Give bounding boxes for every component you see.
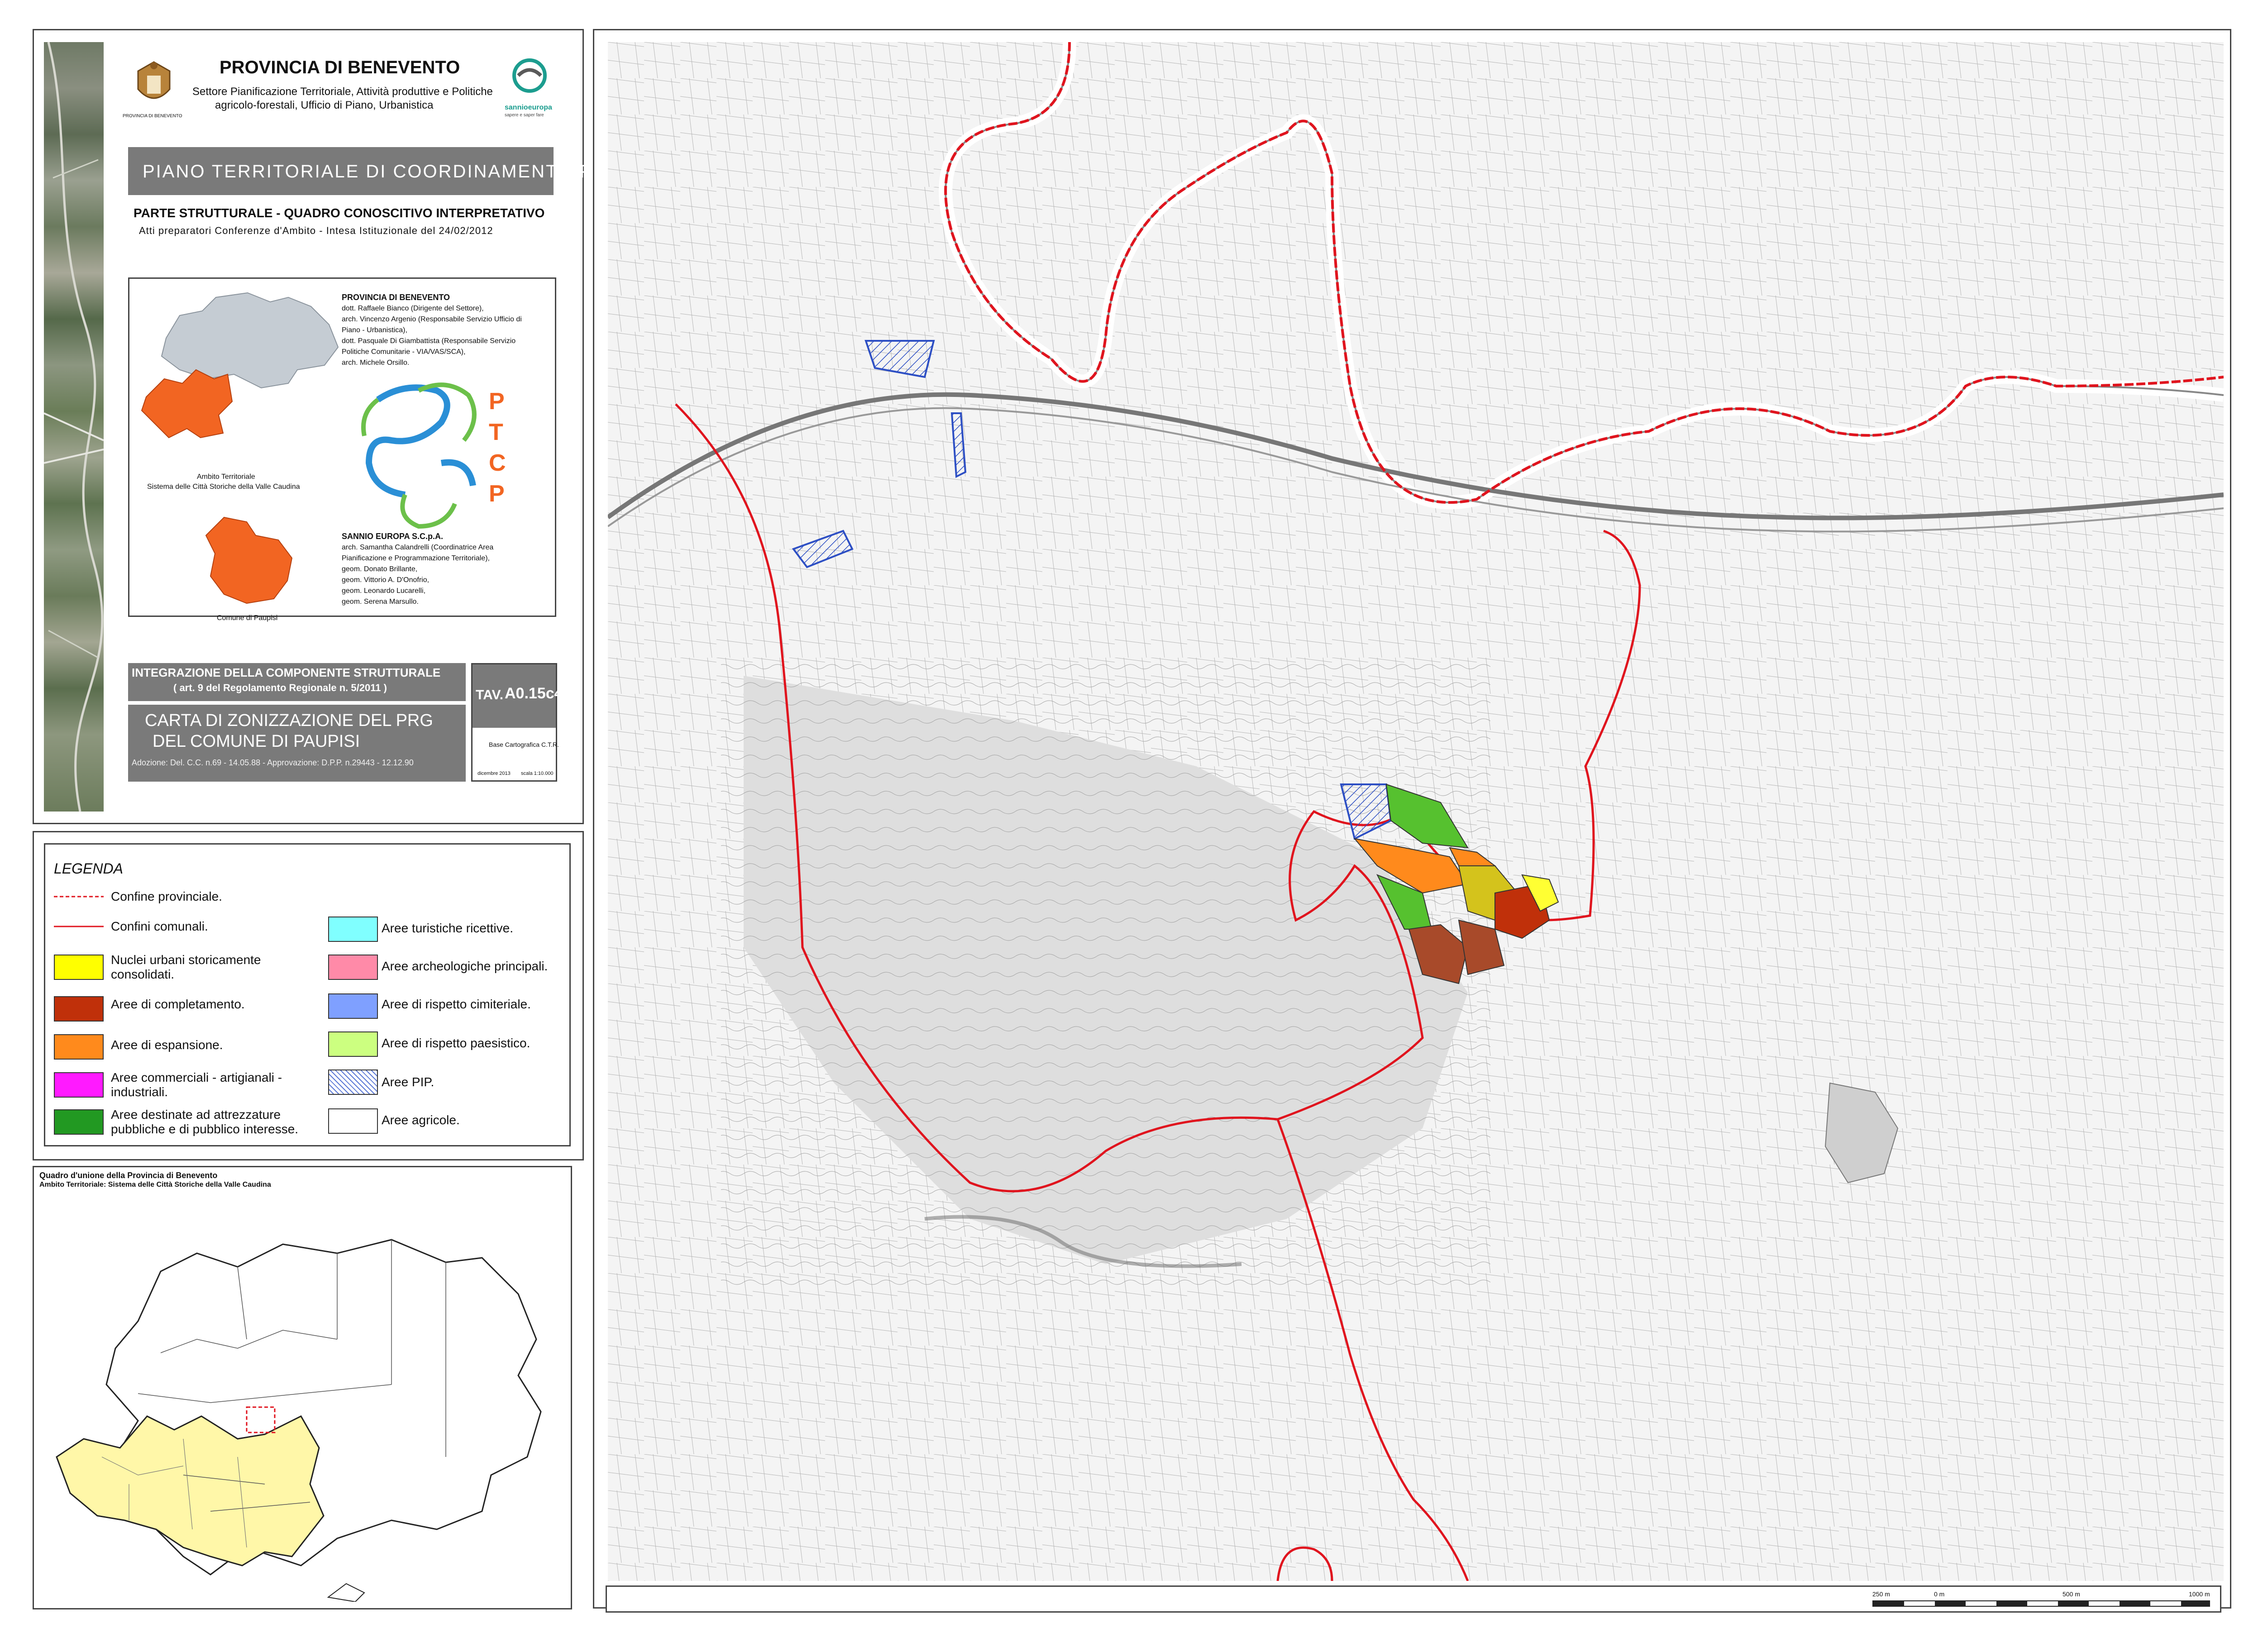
province-crest (129, 57, 179, 112)
legend-swatch-pip (328, 1070, 378, 1095)
scale-bar-strip: 250 m 0 m 500 m 1000 m (606, 1585, 2221, 1613)
overview-panel: Quadro d'unione della Provincia di Benev… (33, 1166, 572, 1609)
credits-provincia-line: arch. Vincenzo Argenio (Responsabile Ser… (342, 315, 522, 323)
ptcp-letter: P (489, 388, 505, 415)
comune-caption: Comune di Paupisi (217, 614, 278, 622)
base-note: Base Cartografica C.T.R. (489, 741, 559, 748)
province-logo-caption: PROVINCIA DI BENEVENTO (123, 114, 182, 119)
legend-label-nuclei: Nuclei urbani storicamente consolidati. (111, 953, 261, 981)
sector-line-1: Settore Pianificazione Territoriale, Att… (192, 86, 493, 98)
topographic-map (608, 42, 2224, 1581)
legend-swatch-nuclei (54, 955, 104, 980)
sannio-europa-logo (505, 55, 554, 105)
legend-label-turistiche: Aree turistiche ricettive. (382, 921, 513, 935)
province-name: PROVINCIA DI BENEVENTO (220, 57, 460, 77)
legend-label-municipal-border: Confini comunali. (111, 919, 208, 933)
legend-title: LEGENDA (54, 860, 123, 877)
credits-provincia-line: arch. Michele Orsillo. (342, 359, 410, 367)
legend-swatch-paesistico (328, 1031, 378, 1057)
overview-title-1: Quadro d'unione della Provincia di Benev… (39, 1171, 218, 1180)
legend-label-provincial-border: Confine provinciale. (111, 889, 222, 903)
legend-label-paesistico: Aree di rispetto paesistico. (382, 1036, 530, 1050)
acts-line: Atti preparatori Conferenze d'Ambito - I… (139, 225, 493, 236)
sannio-europa-tagline: sapere e saper fare (505, 113, 544, 118)
province-overview-map (56, 1239, 542, 1602)
comune-silhouette (205, 516, 293, 604)
map-title-line-1: CARTA DI ZONIZZAZIONE DEL PRG (145, 711, 433, 730)
legend-label-attrezzature: Aree destinate ad attrezzature pubbliche… (111, 1108, 299, 1136)
legend-swatch-espansione (54, 1034, 104, 1060)
main-map-panel (593, 29, 2231, 1609)
legend-inner-border (44, 843, 571, 1146)
scale-note: scala 1:10.000 (521, 771, 554, 776)
credits-provincia-line: Piano - Urbanistica), (342, 326, 407, 334)
legend-swatch-commerciali (54, 1072, 104, 1098)
credits-sannio-line: geom. Serena Marsullo. (342, 598, 419, 606)
scale-label: 1000 m (2189, 1590, 2210, 1598)
legend-label-agricole: Aree agricole. (382, 1113, 460, 1127)
credits-sannio-line: Pianificazione e Programmazione Territor… (342, 554, 490, 562)
tav-code: A0.15c49 (505, 685, 572, 702)
map-title-line-2: DEL COMUNE DI PAUPISI (153, 732, 360, 751)
legend-swatch-archeologiche (328, 955, 378, 980)
adoption-line: Adozione: Del. C.C. n.69 - 14.05.88 - Ap… (132, 758, 414, 767)
legend-swatch-turistiche (328, 917, 378, 942)
title-panel: PROVINCIA DI BENEVENTO PROVINCIA DI BENE… (33, 29, 715, 824)
overview-title-2: Ambito Territoriale: Sistema delle Città… (39, 1181, 271, 1189)
credits-provincia-heading: PROVINCIA DI BENEVENTO (342, 293, 450, 302)
ambito-caption-1: Ambito Territoriale (197, 473, 255, 481)
legend-swatch-completamento (54, 996, 104, 1022)
credits-sannio-line: geom. Donato Brillante, (342, 565, 418, 573)
integration-title: INTEGRAZIONE DELLA COMPONENTE STRUTTURAL… (132, 666, 441, 679)
credits-sannio-line: geom. Leonardo Lucarelli, (342, 587, 426, 595)
legend-panel: LEGENDA Confine provinciale. Confini com… (33, 831, 584, 1160)
scale-label: 250 m (1872, 1590, 1890, 1598)
legend-swatch-attrezzature (54, 1109, 104, 1135)
credits-provincia-line: Politiche Comunitarie - VIA/VAS/SCA), (342, 348, 466, 356)
ptcp-letter: T (489, 419, 503, 445)
legend-label-pip: Aree PIP. (382, 1075, 434, 1089)
integration-sub: ( art. 9 del Regolamento Regionale n. 5/… (173, 682, 387, 693)
tav-prefix: TAV. (476, 688, 504, 702)
legend-swatch-agricole (328, 1108, 378, 1134)
ambito-caption-2: Sistema delle Città Storiche della Valle… (147, 483, 300, 491)
sannio-europa-name: sannioeuropa (505, 104, 552, 111)
credits-sannio-line: geom. Vittorio A. D'Onofrio, (342, 576, 430, 584)
legend-label-cimiteriale: Aree di rispetto cimiteriale. (382, 997, 531, 1011)
credits-provincia-line: dott. Raffaele Bianco (Dirigente del Set… (342, 305, 484, 312)
part-title: PARTE STRUTTURALE - QUADRO CONOSCITIVO I… (134, 206, 545, 220)
legend-label-archeologiche: Aree archeologiche principali. (382, 959, 548, 973)
ptcp-letter: C (489, 450, 506, 476)
legend-label-espansione: Aree di espansione. (111, 1038, 223, 1052)
credits-sannio-heading: SANNIO EUROPA S.C.p.A. (342, 532, 444, 541)
provincial-border-symbol (54, 896, 104, 898)
legend-swatch-cimiteriale (328, 993, 378, 1019)
date-note: dicembre 2013 (477, 771, 511, 776)
aerial-photo-roads (44, 42, 104, 812)
credits-sannio-line: arch. Samantha Calandrelli (Coordinatric… (342, 544, 494, 551)
sector-line-2: agricolo-forestali, Ufficio di Piano, Ur… (215, 99, 434, 111)
ptcp-letter: P (489, 481, 505, 507)
scale-label: 500 m (2062, 1590, 2080, 1598)
scale-label: 0 m (1934, 1590, 1945, 1598)
legend-label-commerciali: Aree commerciali - artigianali - industr… (111, 1070, 282, 1099)
municipal-border-symbol (54, 926, 104, 927)
credits-provincia-line: dott. Pasquale Di Giambattista (Responsa… (342, 337, 516, 345)
scale-bar (1872, 1600, 2210, 1607)
ambito-silhouette (141, 369, 233, 439)
legend-label-completamento: Aree di completamento. (111, 997, 245, 1011)
